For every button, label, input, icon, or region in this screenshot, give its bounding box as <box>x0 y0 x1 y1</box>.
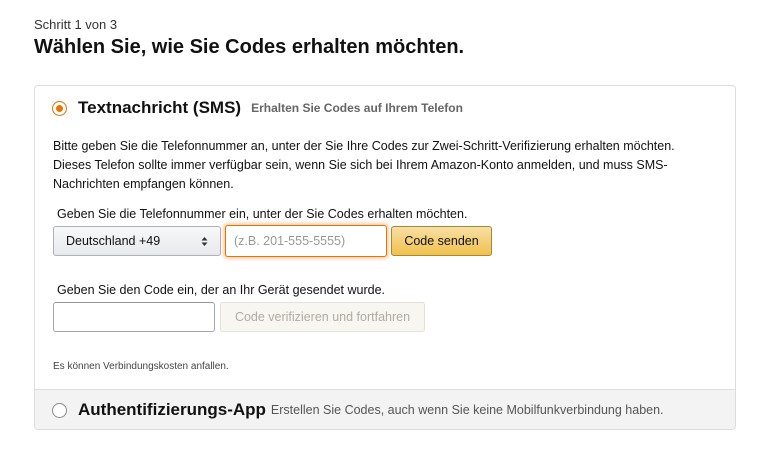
country-select[interactable]: Deutschland +49 <box>53 226 221 256</box>
app-option-row[interactable]: Authentifizierungs-App Erstellen Sie Cod… <box>35 389 735 429</box>
verification-code-input[interactable] <box>53 302 215 332</box>
sms-option-title: Textnachricht (SMS) <box>78 98 242 117</box>
app-radio-unselected-icon[interactable] <box>52 402 67 418</box>
send-code-button[interactable]: Code senden <box>391 226 492 256</box>
page-title: Wählen Sie, wie Sie Codes erhalten möcht… <box>34 36 465 58</box>
description-line: Dieses Telefon sollte immer verfügbar se… <box>53 158 668 172</box>
description-line: Nachrichten empfangen können. <box>53 177 234 191</box>
sms-option-header[interactable]: Textnachricht (SMS) Erhalten Sie Codes a… <box>52 97 463 119</box>
sms-radio-selected-icon[interactable] <box>52 100 67 116</box>
sms-option-subtitle: Erhalten Sie Codes auf Ihrem Telefon <box>251 101 463 115</box>
select-arrows-icon <box>201 236 208 247</box>
phone-number-input[interactable] <box>225 225 387 257</box>
connection-cost-note: Es können Verbindungskosten anfallen. <box>53 361 229 372</box>
sms-description: Bitte geben Sie die Telefonnummer an, un… <box>53 137 723 194</box>
app-option-header[interactable]: Authentifizierungs-App Erstellen Sie Cod… <box>52 399 664 421</box>
phone-label: Geben Sie die Telefonnummer ein, unter d… <box>57 207 468 221</box>
method-panel: Textnachricht (SMS) Erhalten Sie Codes a… <box>34 85 736 430</box>
country-select-value: Deutschland +49 <box>66 234 161 248</box>
app-option-title: Authentifizierungs-App <box>78 400 266 419</box>
code-label: Geben Sie den Code ein, der an Ihr Gerät… <box>57 283 385 297</box>
step-indicator: Schritt 1 von 3 <box>34 17 118 32</box>
app-option-subtitle: Erstellen Sie Codes, auch wenn Sie keine… <box>270 403 664 417</box>
description-line: Bitte geben Sie die Telefonnummer an, un… <box>53 139 675 153</box>
verify-code-button[interactable]: Code verifizieren und fortfahren <box>220 302 425 332</box>
